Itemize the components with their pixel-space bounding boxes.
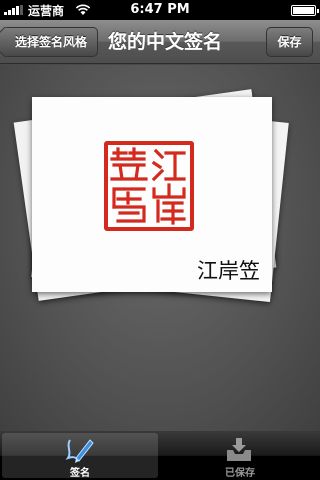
tab-signature[interactable]: 签名	[2, 433, 158, 479]
tab-bar: 签名 已保存	[0, 431, 320, 480]
back-button-label: 选择签名风格	[15, 35, 88, 49]
signature-preview-area: 江岸笠	[0, 65, 320, 431]
seal-glyphs	[110, 147, 186, 225]
app-screen: 运营商 6:47 PM 选择签名风格 您的中文签名 保存 江岸笠 签名 已保存	[0, 0, 320, 480]
back-button[interactable]: 选择签名风格	[5, 27, 98, 57]
status-bar: 运营商 6:47 PM	[0, 0, 320, 20]
navigation-bar: 选择签名风格 您的中文签名 保存	[0, 20, 320, 64]
tab-saved[interactable]: 已保存	[162, 433, 318, 479]
signature-card: 江岸笠	[32, 97, 272, 292]
save-button[interactable]: 保存	[266, 27, 313, 57]
page-title: 您的中文签名	[107, 31, 222, 53]
tray-download-icon	[227, 438, 251, 461]
seal-stamp-icon	[104, 141, 194, 231]
battery-level	[293, 7, 314, 14]
tab-signature-label: 签名	[70, 468, 90, 479]
pen-icon	[65, 439, 94, 463]
battery-icon	[291, 5, 319, 16]
status-time: 6:47 PM	[130, 2, 190, 17]
tab-saved-label: 已保存	[225, 468, 255, 479]
signature-text: 江岸笠	[197, 259, 260, 283]
